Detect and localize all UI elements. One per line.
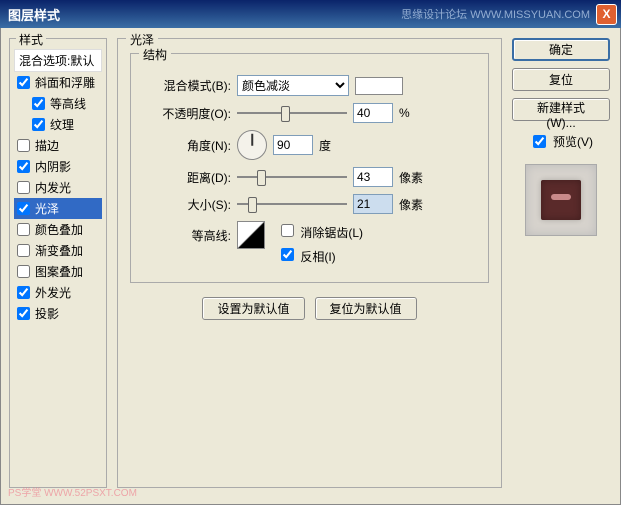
style-checkbox[interactable]: [17, 286, 30, 299]
distance-slider[interactable]: [237, 168, 347, 186]
style-item-9[interactable]: 图案叠加: [14, 261, 102, 282]
style-item-4[interactable]: 内阴影: [14, 156, 102, 177]
cancel-button[interactable]: 复位: [512, 68, 610, 91]
size-input[interactable]: [353, 194, 393, 214]
style-item-2[interactable]: 纹理: [14, 114, 102, 135]
size-label: 大小(S):: [141, 196, 231, 213]
contour-picker[interactable]: [237, 221, 265, 249]
style-item-3[interactable]: 描边: [14, 135, 102, 156]
angle-dial[interactable]: [237, 130, 267, 160]
distance-input[interactable]: [353, 167, 393, 187]
style-item-7[interactable]: 颜色叠加: [14, 219, 102, 240]
opacity-label: 不透明度(O):: [141, 105, 231, 122]
style-label: 渐变叠加: [35, 242, 83, 259]
style-checkbox[interactable]: [17, 265, 30, 278]
preview-label: 预览(V): [553, 133, 593, 150]
invert-row[interactable]: 反相(I): [277, 245, 363, 265]
antialias-checkbox[interactable]: [281, 224, 294, 237]
style-checkbox[interactable]: [17, 202, 30, 215]
style-label: 颜色叠加: [35, 221, 83, 238]
angle-label: 角度(N):: [141, 137, 231, 154]
color-swatch[interactable]: [355, 77, 403, 95]
close-icon: X: [602, 7, 610, 21]
angle-input[interactable]: [273, 135, 313, 155]
contour-label: 等高线:: [141, 221, 231, 244]
style-label: 内阴影: [35, 158, 71, 175]
style-item-1[interactable]: 等高线: [14, 93, 102, 114]
style-checkbox[interactable]: [17, 181, 30, 194]
style-label: 斜面和浮雕: [35, 74, 95, 91]
titlebar: 图层样式 思缘设计论坛 WWW.MISSYUAN.COM X: [0, 0, 621, 28]
opacity-slider[interactable]: [237, 104, 347, 122]
distance-label: 距离(D):: [141, 169, 231, 186]
preview-box: [525, 164, 597, 236]
preview-swatch: [541, 180, 581, 220]
size-slider[interactable]: [237, 195, 347, 213]
style-checkbox[interactable]: [17, 244, 30, 257]
style-label: 描边: [35, 137, 59, 154]
style-item-10[interactable]: 外发光: [14, 282, 102, 303]
size-unit: 像素: [399, 196, 423, 213]
style-label: 图案叠加: [35, 263, 83, 280]
opacity-input[interactable]: [353, 103, 393, 123]
style-list: 混合选项:默认 斜面和浮雕等高线纹理描边内阴影内发光光泽颜色叠加渐变叠加图案叠加…: [14, 49, 102, 324]
style-label: 光泽: [35, 200, 59, 217]
reset-default-button[interactable]: 复位为默认值: [315, 297, 417, 320]
structure-legend: 结构: [139, 46, 171, 63]
style-checkbox[interactable]: [17, 76, 30, 89]
distance-unit: 像素: [399, 169, 423, 186]
style-checkbox[interactable]: [17, 223, 30, 236]
styles-legend: 样式: [16, 31, 46, 48]
style-checkbox[interactable]: [17, 160, 30, 173]
style-item-11[interactable]: 投影: [14, 303, 102, 324]
style-item-0[interactable]: 斜面和浮雕: [14, 72, 102, 93]
style-item-5[interactable]: 内发光: [14, 177, 102, 198]
style-checkbox[interactable]: [32, 118, 45, 131]
style-checkbox[interactable]: [17, 307, 30, 320]
preview-checkbox[interactable]: [533, 135, 546, 148]
dialog-body: 样式 混合选项:默认 斜面和浮雕等高线纹理描边内阴影内发光光泽颜色叠加渐变叠加图…: [0, 28, 621, 505]
close-button[interactable]: X: [596, 4, 617, 25]
styles-fieldset: 样式 混合选项:默认 斜面和浮雕等高线纹理描边内阴影内发光光泽颜色叠加渐变叠加图…: [9, 38, 107, 488]
style-item-8[interactable]: 渐变叠加: [14, 240, 102, 261]
structure-fieldset: 结构 混合模式(B): 颜色减淡 不透明度(O): % 角度(N): 度: [130, 53, 489, 283]
style-label: 投影: [35, 305, 59, 322]
style-label: 纹理: [50, 116, 74, 133]
watermark: 思缘设计论坛 WWW.MISSYUAN.COM: [401, 6, 590, 22]
blendmode-select[interactable]: 颜色减淡: [237, 75, 349, 96]
opacity-unit: %: [399, 106, 410, 120]
style-label: 内发光: [35, 179, 71, 196]
footer-watermark: PS学堂 WWW.52PSXT.COM: [8, 484, 137, 499]
window-title: 图层样式: [8, 5, 60, 24]
style-checkbox[interactable]: [17, 139, 30, 152]
antialias-row[interactable]: 消除锯齿(L): [277, 221, 363, 241]
style-label: 外发光: [35, 284, 71, 301]
ok-button[interactable]: 确定: [512, 38, 610, 61]
style-item-6[interactable]: 光泽: [14, 198, 102, 219]
blendmode-label: 混合模式(B):: [141, 77, 231, 94]
new-style-button[interactable]: 新建样式(W)...: [512, 98, 610, 121]
set-default-button[interactable]: 设置为默认值: [202, 297, 304, 320]
style-label: 等高线: [50, 95, 86, 112]
blend-options-header[interactable]: 混合选项:默认: [14, 49, 102, 72]
style-checkbox[interactable]: [32, 97, 45, 110]
satin-fieldset: 光泽 结构 混合模式(B): 颜色减淡 不透明度(O): % 角度(N):: [117, 38, 502, 488]
angle-unit: 度: [319, 137, 331, 154]
invert-checkbox[interactable]: [281, 248, 294, 261]
